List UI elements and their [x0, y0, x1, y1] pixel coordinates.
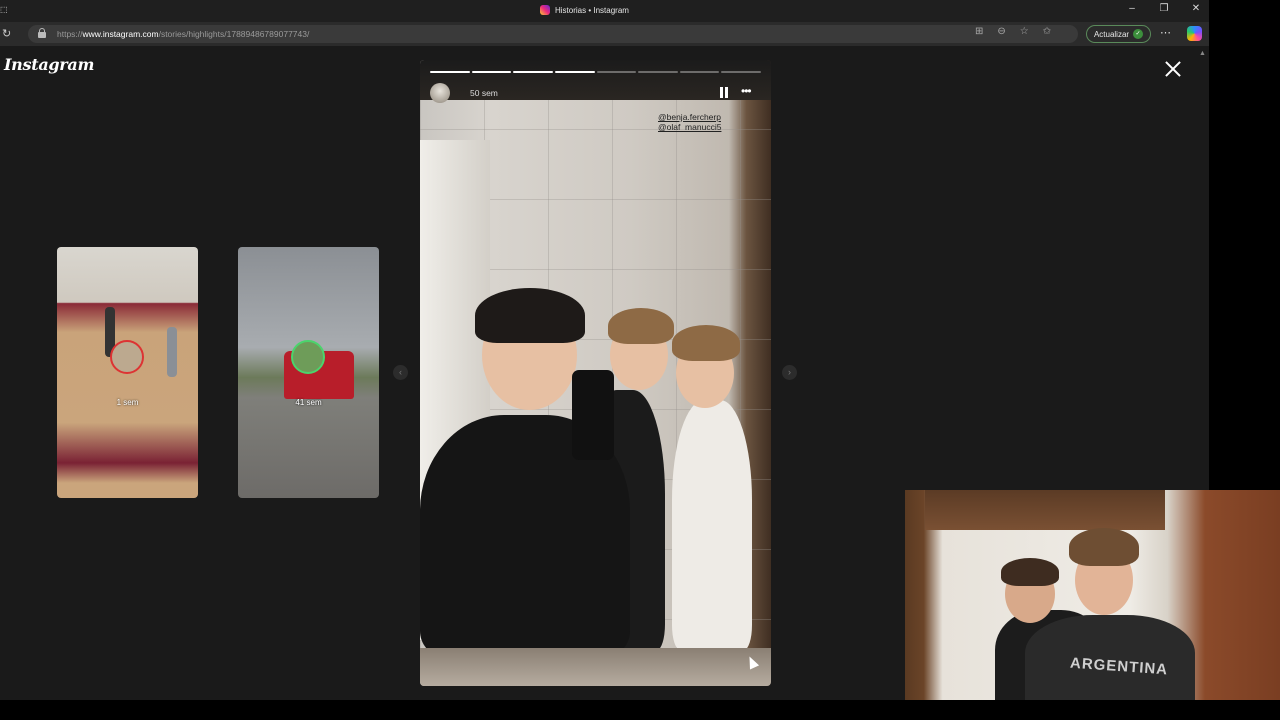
browser-menu-icon[interactable]: ⋯	[1160, 26, 1171, 39]
screen: ⬚ Historias • Instagram – ❐ ✕ ↻ https://…	[0, 0, 1280, 720]
browser-titlebar: ⬚ Historias • Instagram – ❐ ✕	[0, 0, 1209, 22]
story-time: 50 sem	[470, 88, 498, 98]
thumbnail-figure	[167, 327, 177, 377]
address-bar-icons: ⊞ ⊖ ☆ ✩	[975, 26, 1051, 37]
story-avatar[interactable]	[430, 83, 450, 103]
webcam-person-hair	[1001, 558, 1059, 586]
thumbnail-avatar	[110, 340, 144, 374]
active-tab[interactable]: Historias • Instagram	[540, 5, 629, 15]
copilot-icon[interactable]	[1187, 26, 1202, 41]
close-window-icon[interactable]: ✕	[1189, 3, 1203, 14]
mention-link[interactable]: @benja.fercherp	[658, 112, 721, 122]
webcam-overlay: ARGENTINA	[905, 490, 1280, 700]
reload-icon[interactable]: ↻	[2, 27, 11, 40]
close-icon[interactable]	[1162, 58, 1184, 80]
story-thumbnail-previous-2[interactable]: 1 sem	[57, 247, 198, 498]
window-controls: – ❐ ✕	[1125, 3, 1203, 14]
chevron-right-icon[interactable]: ›	[782, 365, 797, 380]
pause-icon[interactable]	[720, 87, 729, 98]
story-progress-bar	[430, 71, 761, 73]
app-available-icon[interactable]: ⊞	[975, 26, 983, 37]
story-mentions: @benja.fercherp @olaf_manucci5	[658, 112, 721, 132]
story-header: 50 sem •••	[430, 83, 761, 103]
story-person-hair	[475, 288, 585, 343]
instagram-favicon-icon	[540, 5, 550, 15]
more-icon[interactable]: •••	[741, 84, 752, 98]
story-progress-segment	[638, 71, 678, 73]
story-person-hair	[608, 308, 674, 344]
mention-link[interactable]: @olaf_manucci5	[658, 122, 721, 132]
story-person	[672, 400, 752, 650]
favorites-icon[interactable]: ✩	[1043, 26, 1051, 37]
chevron-left-icon[interactable]: ‹	[393, 365, 408, 380]
story-person-hair	[672, 325, 740, 361]
story-media[interactable]	[420, 60, 771, 686]
story-progress-segment	[430, 71, 470, 73]
tab-title: Historias • Instagram	[555, 5, 629, 15]
story-progress-segment	[721, 71, 761, 73]
profile-badge-icon: ✓	[1133, 29, 1144, 39]
update-button[interactable]: Actualizar ✓	[1086, 25, 1151, 43]
story-progress-segment	[554, 71, 595, 73]
address-bar: ↻ https://www.instagram.com/stories/high…	[0, 22, 1209, 46]
tracking-prevention-icon[interactable]: ⊖	[997, 26, 1005, 37]
thumbnail-timestamp: 41 sem	[295, 398, 322, 407]
story-progress-segment	[596, 71, 637, 73]
restore-icon[interactable]: ❐	[1157, 3, 1171, 14]
update-button-label: Actualizar	[1093, 29, 1130, 39]
story-progress-segment	[513, 71, 553, 73]
story-progress-segment	[679, 71, 720, 73]
minimize-icon[interactable]: –	[1125, 3, 1139, 14]
thumbnail-avatar	[291, 340, 325, 374]
window-edge-icon: ⬚	[0, 5, 8, 14]
story-thumbnail-previous-1[interactable]: 41 sem	[238, 247, 379, 498]
instagram-logo[interactable]: Instagram	[4, 55, 94, 74]
scroll-up-icon[interactable]: ▲	[1199, 50, 1206, 57]
story-frame-bottom	[420, 648, 771, 686]
url-text: https://www.instagram.com/stories/highli…	[57, 29, 310, 39]
story-progress-segment	[471, 71, 512, 73]
webcam-shelf	[925, 490, 1165, 530]
favorite-star-icon[interactable]: ☆	[1020, 26, 1029, 37]
story-phone	[572, 370, 614, 460]
thumbnail-timestamp: 1 sem	[116, 398, 139, 407]
url-field[interactable]: https://www.instagram.com/stories/highli…	[28, 25, 1078, 43]
webcam-person-hair	[1069, 528, 1139, 566]
lock-icon[interactable]	[38, 28, 46, 38]
